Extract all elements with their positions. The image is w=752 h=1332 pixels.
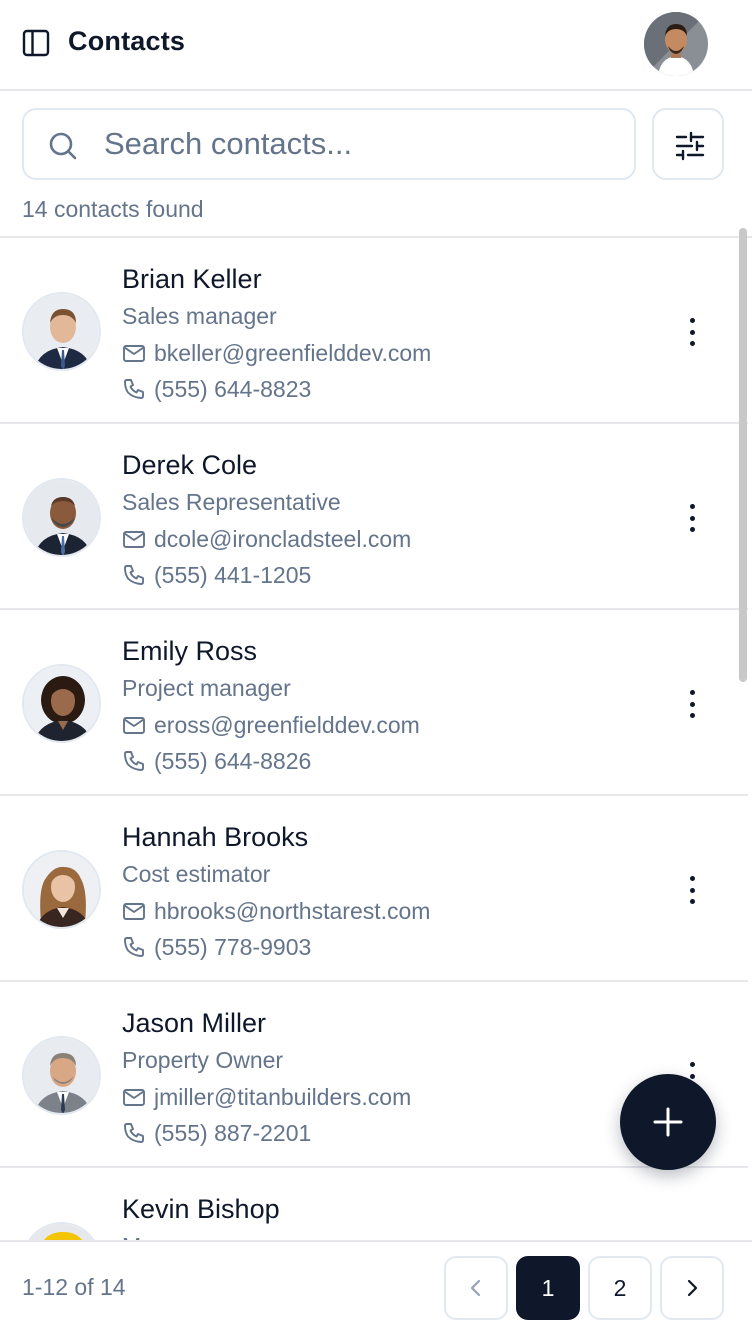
chevron-right-icon <box>687 1279 698 1297</box>
contact-name: Hannah Brooks <box>122 822 309 852</box>
pagination-range: 1-12 of 14 <box>22 1274 126 1300</box>
contact-avatar <box>22 850 101 929</box>
contact-avatar <box>22 1036 101 1115</box>
contact-avatar <box>22 1222 101 1241</box>
search-box <box>22 108 636 180</box>
contact-name: Derek Cole <box>122 450 258 480</box>
contact-name: Emily Ross <box>122 636 258 666</box>
contact-phone-text: (555) 441-1205 <box>154 561 312 588</box>
contact-email[interactable]: jmiller@titanbuilders.com <box>122 1083 411 1111</box>
page-title: Contacts <box>68 26 186 56</box>
contact-phone-text: (555) 644-8823 <box>154 375 312 402</box>
sliders-icon <box>675 131 705 161</box>
pagination-footer: 1-12 of 14 1 2 <box>0 1240 752 1332</box>
phone-icon <box>124 937 144 957</box>
more-options-icon[interactable] <box>676 686 708 722</box>
sidebar-panel-icon[interactable] <box>22 29 50 57</box>
contact-email-text: eross@greenfielddev.com <box>154 711 420 738</box>
chevron-left-icon <box>470 1279 481 1297</box>
contact-row[interactable]: Brian Keller Sales manager bkeller@green… <box>0 238 748 424</box>
phone-icon <box>124 1123 144 1143</box>
search-input[interactable] <box>104 122 614 166</box>
add-contact-button[interactable] <box>620 1074 716 1170</box>
contact-phone-text: (555) 778-9903 <box>154 933 312 960</box>
contact-email-text: jmiller@titanbuilders.com <box>154 1083 412 1110</box>
contact-phone[interactable]: (555) 887-2201 <box>122 1119 311 1147</box>
prev-page-button[interactable] <box>444 1256 508 1320</box>
mail-icon <box>123 903 145 920</box>
more-options-icon[interactable] <box>676 500 708 536</box>
contact-avatar <box>22 292 101 371</box>
contact-avatar <box>22 664 101 743</box>
contact-phone[interactable]: (555) 644-8823 <box>122 375 311 403</box>
filter-button[interactable] <box>652 108 724 180</box>
more-options-icon[interactable] <box>676 314 708 350</box>
plus-icon <box>653 1107 683 1137</box>
contact-email[interactable]: dcole@ironcladsteel.com <box>122 525 411 553</box>
contact-phone[interactable]: (555) 441-1205 <box>122 561 311 589</box>
more-options-icon[interactable] <box>676 872 708 908</box>
page-button-2[interactable]: 2 <box>588 1256 652 1320</box>
phone-icon <box>124 751 144 771</box>
contact-name: Brian Keller <box>122 264 262 294</box>
page-button-1[interactable]: 1 <box>516 1256 580 1320</box>
contact-phone-text: (555) 887-2201 <box>154 1119 312 1146</box>
contact-email-text: hbrooks@northstarest.com <box>154 897 431 924</box>
contact-role: Property Owner <box>122 1047 284 1073</box>
app-header: Contacts <box>0 0 752 91</box>
contact-email[interactable]: eross@greenfielddev.com <box>122 711 420 739</box>
contact-role: Project manager <box>122 675 291 701</box>
contact-avatar <box>22 478 101 557</box>
result-count: 14 contacts found <box>22 196 204 222</box>
search-icon <box>48 131 78 161</box>
contact-phone-text: (555) 644-8826 <box>154 747 312 774</box>
phone-icon <box>124 379 144 399</box>
contact-phone[interactable]: (555) 778-9903 <box>122 933 311 961</box>
mail-icon <box>123 717 145 734</box>
contact-email[interactable]: bkeller@greenfielddev.com <box>122 339 431 367</box>
next-page-button[interactable] <box>660 1256 724 1320</box>
scrollbar-thumb[interactable] <box>739 228 747 682</box>
contact-row[interactable]: Derek Cole Sales Representative dcole@ir… <box>0 424 748 610</box>
user-avatar[interactable] <box>644 12 708 76</box>
mail-icon <box>123 531 145 548</box>
contact-row[interactable]: Hannah Brooks Cost estimator hbrooks@nor… <box>0 796 748 982</box>
contact-row[interactable]: Emily Ross Project manager eross@greenfi… <box>0 610 748 796</box>
contact-role: Sales Representative <box>122 489 341 515</box>
contact-email[interactable]: hbrooks@northstarest.com <box>122 897 430 925</box>
contact-phone[interactable]: (555) 644-8826 <box>122 747 311 775</box>
contact-role: Sales manager <box>122 303 277 329</box>
mail-icon <box>123 345 145 362</box>
mail-icon <box>123 1089 145 1106</box>
contact-email-text: dcole@ironcladsteel.com <box>154 525 412 552</box>
contact-name: Jason Miller <box>122 1008 267 1038</box>
contact-row[interactable]: Kevin Bishop Manager <box>0 1168 748 1241</box>
contact-name: Kevin Bishop <box>122 1194 280 1224</box>
contact-email-text: bkeller@greenfielddev.com <box>154 339 432 366</box>
phone-icon <box>124 565 144 585</box>
contact-role: Cost estimator <box>122 861 271 887</box>
